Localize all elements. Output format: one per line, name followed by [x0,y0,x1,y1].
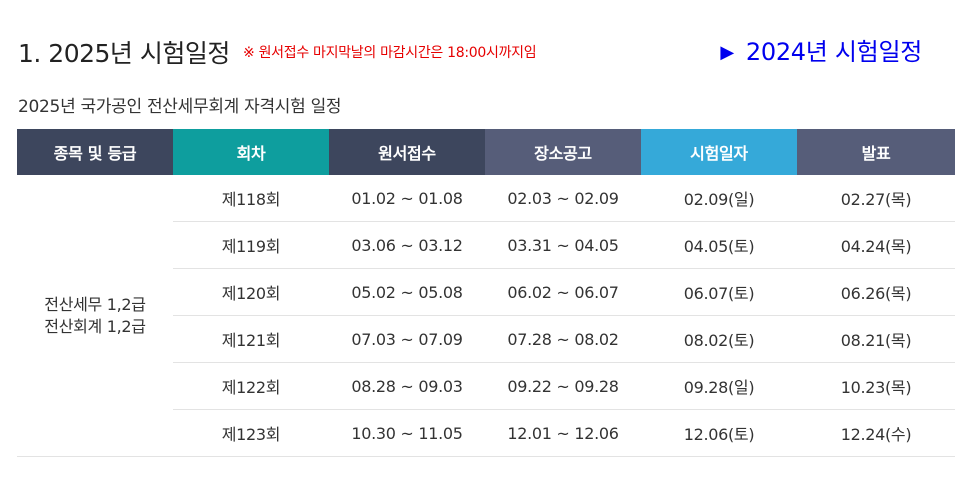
category-line-1: 전산세무 1,2급 [44,294,146,314]
result-cell: 12.24(수) [797,409,955,457]
round-cell[interactable]: 제120회 [173,268,329,316]
exam-date-cell: 04.05(토) [641,221,797,269]
application-cell: 08.28 ~ 09.03 [329,362,485,410]
category-cell: 전산세무 1,2급 전산회계 1,2급 [17,175,173,457]
round-cell[interactable]: 제123회 [173,409,329,457]
title-row: 1. 2025년 시험일정 ※ 원서접수 마지막날의 마감시간은 18:00시까… [18,30,958,70]
table-header-row: 종목 및 등급 회차 원서접수 장소공고 시험일자 발표 [17,129,955,175]
header-exam-date: 시험일자 [641,129,797,175]
header-venue-notice: 장소공고 [485,129,641,175]
prev-year-link-label: 2024년 시험일정 [745,38,922,66]
application-cell: 07.03 ~ 07.09 [329,315,485,363]
result-cell: 04.24(목) [797,221,955,269]
venue-cell: 07.28 ~ 08.02 [485,315,641,363]
application-cell: 05.02 ~ 05.08 [329,268,485,316]
exam-date-cell: 09.28(일) [641,362,797,410]
result-cell: 06.26(목) [797,268,955,316]
page-title: 1. 2025년 시험일정 [18,39,230,68]
round-cell[interactable]: 제121회 [173,315,329,363]
exam-date-cell: 06.07(토) [641,268,797,316]
table-row: 전산세무 1,2급 전산회계 1,2급 제118회 01.02 ~ 01.08 0… [17,175,955,457]
round-cell[interactable]: 제122회 [173,362,329,410]
round-cell[interactable]: 제119회 [173,221,329,269]
venue-cell: 09.22 ~ 09.28 [485,362,641,410]
exam-date-cell: 08.02(토) [641,315,797,363]
prev-year-schedule-link[interactable]: ▶ 2024년 시험일정 [720,32,922,67]
round-cell[interactable]: 제118회 [173,175,329,222]
deadline-notice: ※ 원서접수 마지막날의 마감시간은 18:00시까지임 [243,45,537,61]
venue-cell: 12.01 ~ 12.06 [485,409,641,457]
category-line-2: 전산회계 1,2급 [44,316,146,336]
header-category: 종목 및 등급 [17,129,173,175]
application-cell: 10.30 ~ 11.05 [329,409,485,457]
section-subtitle: 2025년 국가공인 전산세무회계 자격시험 일정 [18,97,342,117]
result-cell: 08.21(목) [797,315,955,363]
exam-date-cell: 02.09(일) [641,175,797,222]
header-round: 회차 [173,129,329,175]
venue-cell: 03.31 ~ 04.05 [485,221,641,269]
exam-date-cell: 12.06(토) [641,409,797,457]
application-cell: 03.06 ~ 03.12 [329,221,485,269]
result-cell: 10.23(목) [797,362,955,410]
play-arrow-icon: ▶ [720,42,734,63]
application-cell: 01.02 ~ 01.08 [329,175,485,222]
result-cell: 02.27(목) [797,175,955,222]
venue-cell: 06.02 ~ 06.07 [485,268,641,316]
exam-schedule-table: 종목 및 등급 회차 원서접수 장소공고 시험일자 발표 전산세무 1,2급 전산… [17,129,955,457]
venue-cell: 02.03 ~ 02.09 [485,175,641,222]
header-application: 원서접수 [329,129,485,175]
header-result: 발표 [797,129,955,175]
